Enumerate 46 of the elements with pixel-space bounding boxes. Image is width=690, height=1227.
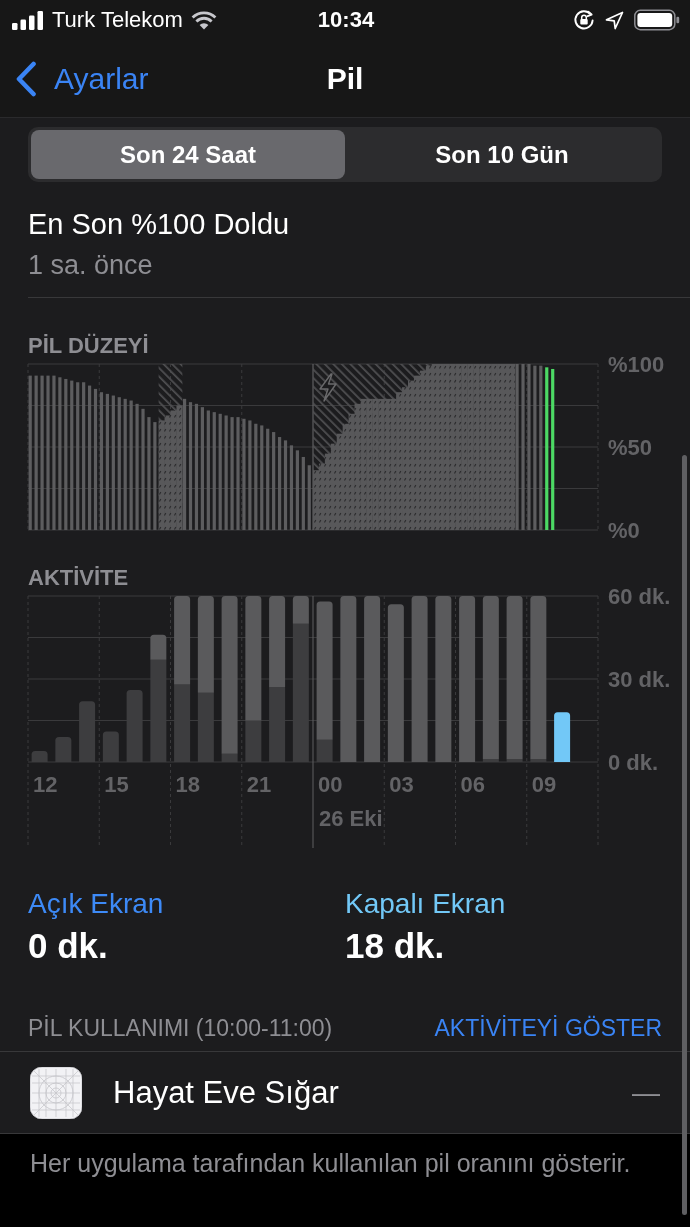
- duration-value: 0 dk.: [28, 926, 108, 966]
- show-activity-link[interactable]: AKTİVİTEYİ GÖSTER: [434, 1015, 662, 1041]
- footer-note: Her uygulama tarafından kullanılan pil oranını gösterir.: [30, 1149, 632, 1177]
- back-button[interactable]: Ayarlar: [0, 60, 149, 97]
- duration-value: 18 dk.: [345, 926, 445, 966]
- axis-label: 06: [460, 771, 485, 797]
- section-header: PİL DÜZEYİ: [28, 335, 149, 357]
- screen-off-bar: [554, 712, 571, 762]
- status-time: 10:34: [317, 7, 375, 33]
- legend-label: Açık Ekran: [28, 888, 164, 920]
- date-label: 26 Eki: [319, 805, 383, 831]
- app-name[interactable]: Hayat Eve Sığar: [113, 1074, 339, 1111]
- last-charge-time: 1 sa. önce: [28, 249, 153, 281]
- axis-label: 60 dk.: [608, 583, 671, 609]
- axis-label: %0: [608, 517, 640, 543]
- section-header: AKTİVİTE: [28, 567, 129, 589]
- chevron-left-icon: [15, 60, 37, 97]
- segment-tab[interactable]: Son 24 Saat: [31, 130, 345, 179]
- segment-tab[interactable]: Son 10 Gün: [345, 130, 659, 179]
- usage-value: —: [632, 1076, 660, 1109]
- axis-label: 21: [246, 771, 272, 797]
- screen-off-bar: [292, 596, 309, 624]
- last-charge-title: En Son %100 Doldu: [28, 207, 290, 241]
- page-title: Pil: [326, 60, 364, 97]
- lightning-icon: [319, 373, 337, 402]
- screen-off-bar: [150, 634, 167, 660]
- axis-label: 30 dk.: [608, 666, 671, 692]
- section-header: PİL KULLANIMI (10:00-11:00): [28, 1015, 333, 1041]
- axis-label: 15: [104, 771, 129, 797]
- rotation-lock-icon: [573, 9, 595, 31]
- app-icon: [30, 1066, 82, 1119]
- battery-icon: [634, 9, 680, 31]
- axis-label: 00: [318, 771, 343, 797]
- axis-label: 03: [389, 771, 414, 797]
- legend-label: Kapalı Ekran: [345, 888, 506, 920]
- axis-label: %100: [608, 351, 665, 377]
- battery-level-bar: [307, 465, 311, 530]
- location-arrow-icon: [605, 10, 624, 30]
- axis-label: 18: [175, 771, 200, 797]
- axis-label: 12: [33, 771, 58, 797]
- carrier-name: Turk Telekom: [52, 7, 183, 33]
- signal-icon: [12, 10, 44, 30]
- wifi-icon: [190, 10, 217, 30]
- axis-label: %50: [608, 434, 653, 460]
- axis-label: 0 dk.: [608, 749, 659, 775]
- axis-label: 09: [531, 771, 557, 797]
